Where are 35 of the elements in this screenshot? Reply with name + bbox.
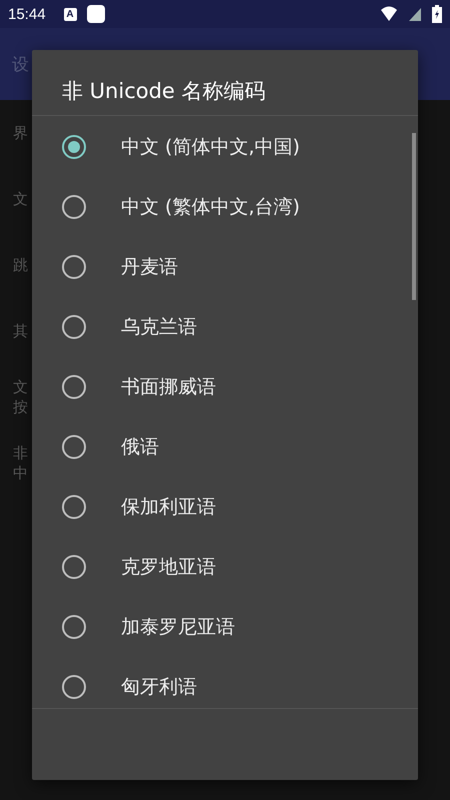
radio-button[interactable] [62,495,86,519]
radio-option[interactable]: 书面挪威语 [32,357,418,417]
radio-option[interactable]: 丹麦语 [32,237,418,297]
setting-label: 按 [13,397,29,417]
setting-label: 文 [13,377,29,397]
radio-option[interactable]: 乌克兰语 [32,297,418,357]
notification-badge: A [64,8,77,20]
radio-option[interactable]: 克罗地亚语 [32,537,418,597]
radio-button[interactable] [62,435,86,459]
radio-option[interactable]: 匈牙利语 [32,657,418,708]
notification-icon [86,5,105,23]
radio-button[interactable] [62,195,86,219]
wifi-icon [380,6,398,22]
radio-button[interactable] [62,675,86,699]
setting-label: 跳 [13,255,29,275]
radio-button[interactable] [62,555,86,579]
radio-button[interactable] [62,315,86,339]
status-time: 15:44 [8,6,46,22]
setting-label: 其 [13,321,29,341]
dialog-title: 非 Unicode 名称编码 [32,50,418,116]
radio-option[interactable]: 中文 (繁体中文,台湾) [32,177,418,237]
radio-button[interactable] [62,255,86,279]
radio-button[interactable] [62,135,86,159]
radio-button[interactable] [62,375,86,399]
setting-label: 中 [13,463,29,483]
radio-option[interactable]: 加泰罗尼亚语 [32,597,418,657]
setting-label: 非 [13,443,29,463]
radio-option[interactable]: 中文 (简体中文,中国) [32,117,418,177]
setting-label: 界 [13,123,29,143]
radio-option[interactable]: 保加利亚语 [32,477,418,537]
battery-icon [432,5,442,23]
setting-label: 文 [13,189,29,209]
radio-button[interactable] [62,615,86,639]
signal-icon [408,6,422,22]
radio-option[interactable]: 俄语 [32,417,418,477]
